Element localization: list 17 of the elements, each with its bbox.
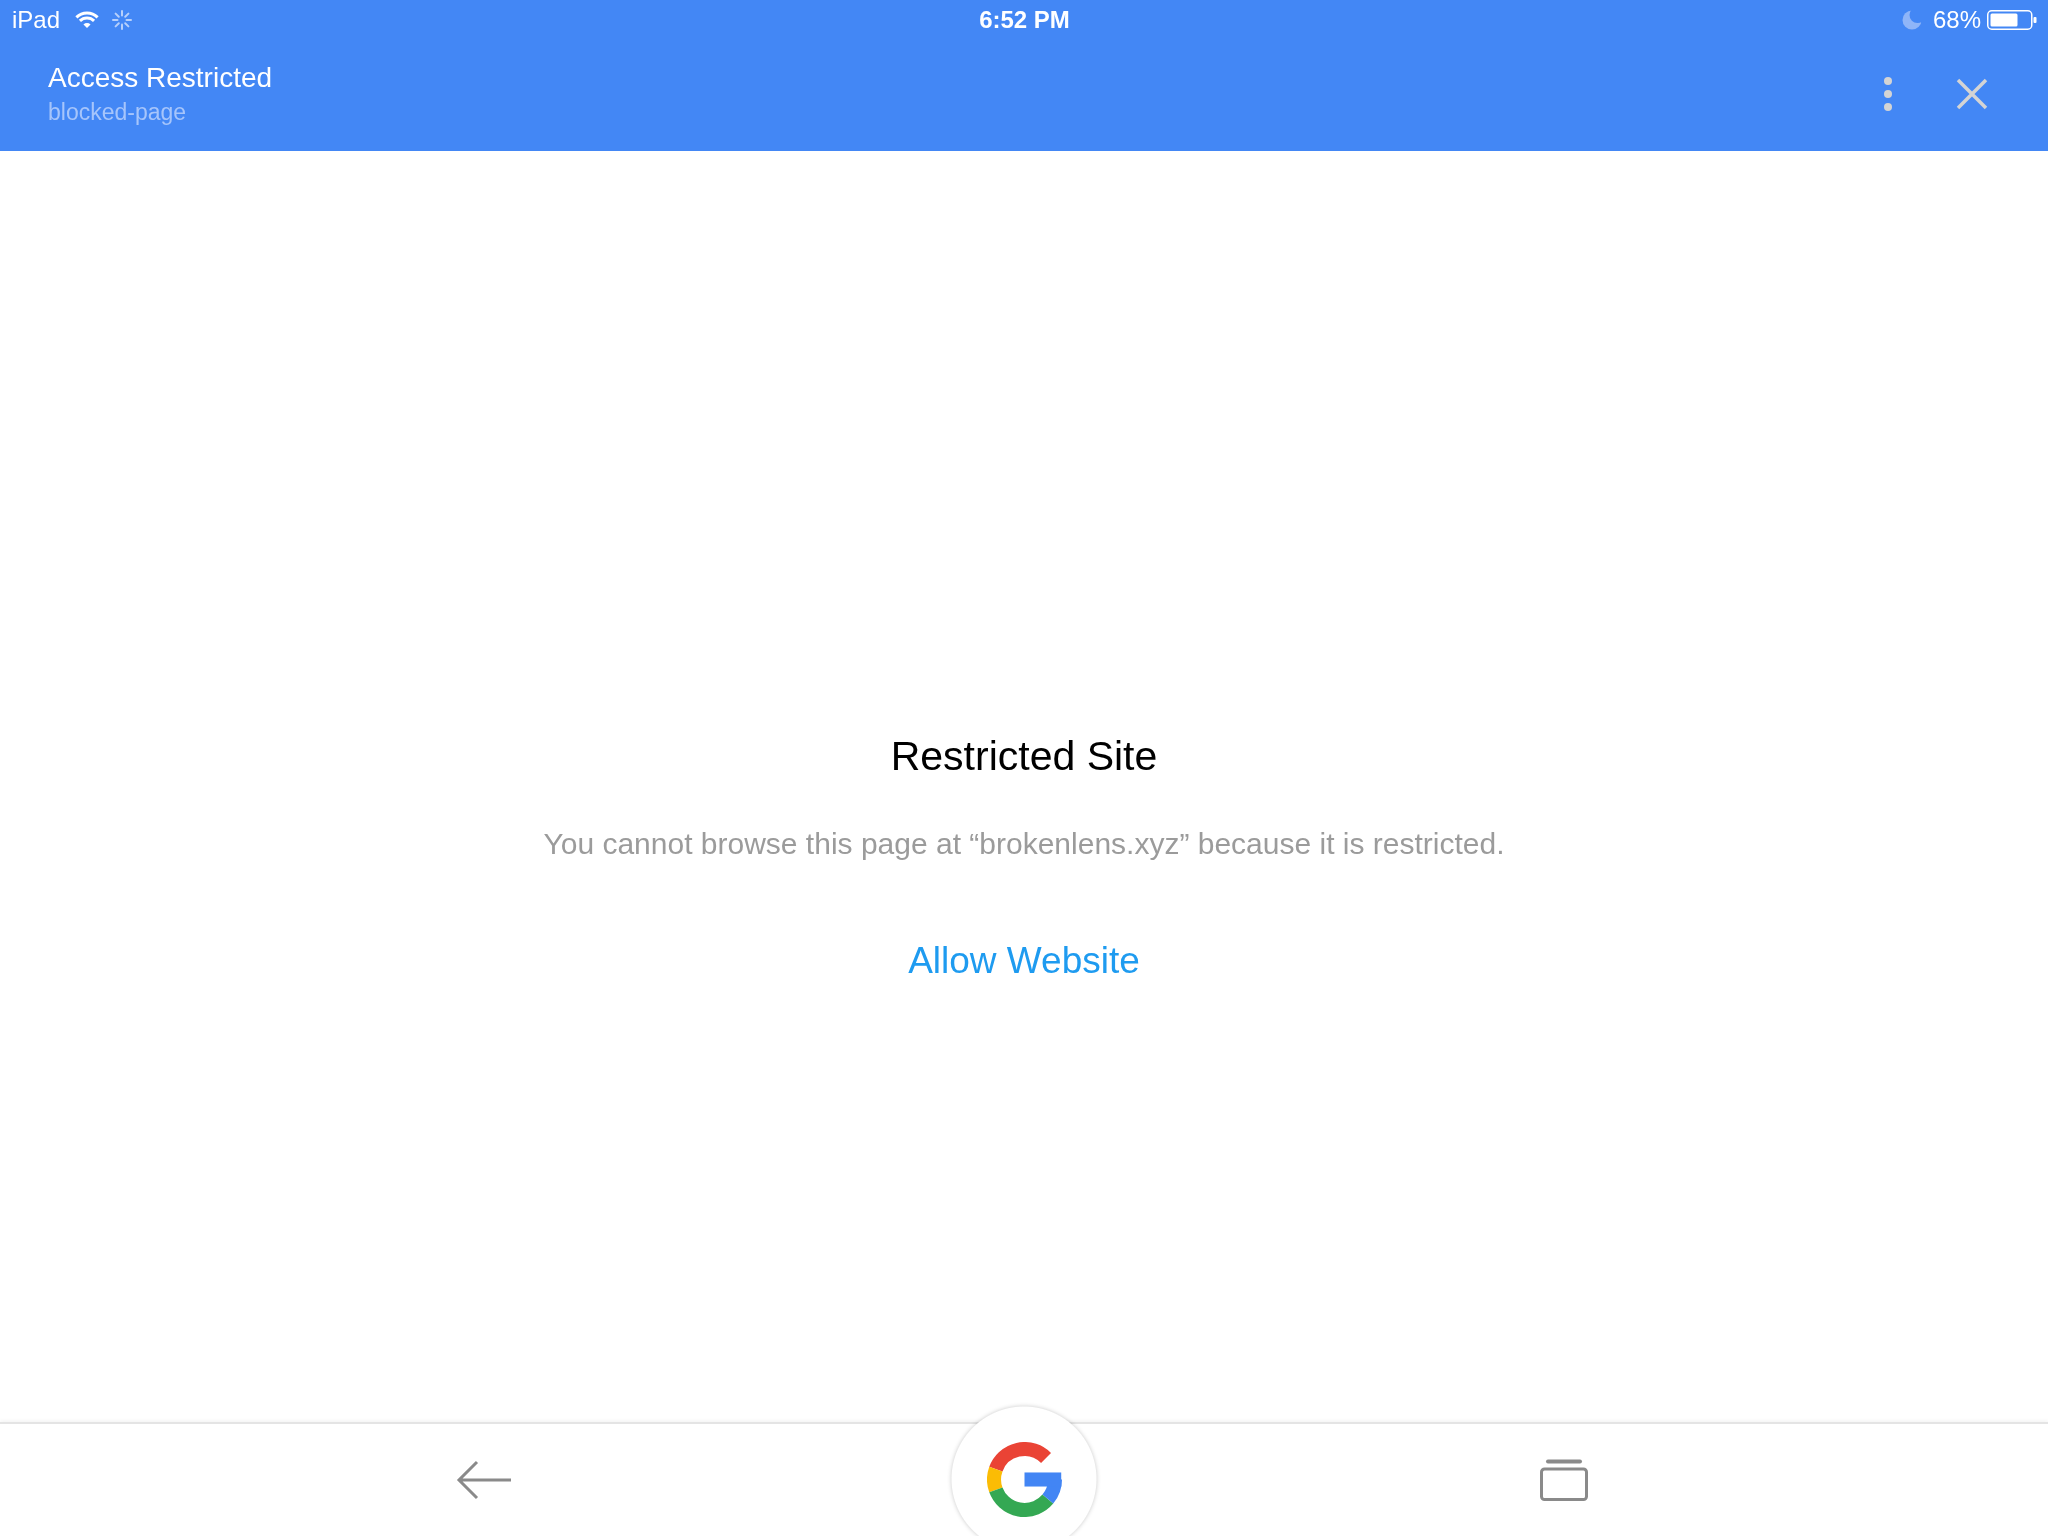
message-text: You cannot browse this page at “brokenlens.xyz” because it is restricted. bbox=[543, 826, 1505, 862]
clock-time: 6:52 PM bbox=[979, 5, 1070, 35]
moon-icon bbox=[1901, 10, 1922, 30]
device-name: iPad bbox=[12, 5, 61, 35]
battery-icon bbox=[1987, 10, 2037, 30]
page-subtitle: blocked-page bbox=[48, 98, 187, 126]
heading: Restricted Site bbox=[890, 732, 1158, 781]
g-logo-icon bbox=[986, 1442, 1062, 1517]
tabs-icon bbox=[1540, 1459, 1588, 1501]
wifi-icon bbox=[75, 11, 100, 29]
loading-spinner-icon bbox=[112, 10, 133, 30]
back-arrow-icon bbox=[455, 1458, 513, 1502]
allow-website-link[interactable]: Allow Website bbox=[892, 931, 1156, 991]
battery-percentage: 68% bbox=[1932, 5, 1981, 35]
vertical-dots-icon bbox=[1884, 76, 1892, 111]
close-icon bbox=[1956, 77, 1988, 110]
page-title: Access Restricted bbox=[48, 61, 273, 95]
